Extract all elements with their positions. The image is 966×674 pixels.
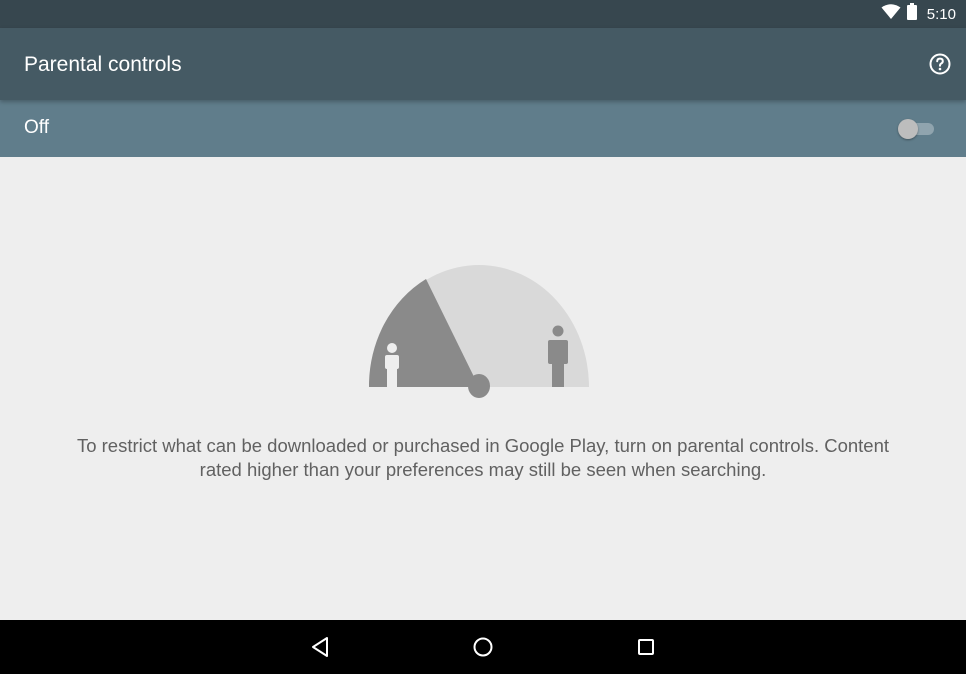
description-line-1: To restrict what can be downloaded or pu… — [76, 435, 890, 456]
recents-button[interactable] — [633, 634, 659, 660]
toolbar: Parental controls — [0, 28, 966, 100]
home-button[interactable] — [470, 634, 496, 660]
back-icon — [307, 637, 333, 664]
status-time: 5:10 — [926, 5, 956, 23]
page-title: Parental controls — [24, 53, 182, 76]
wifi-icon — [881, 3, 901, 25]
parental-controls-toggle[interactable] — [898, 119, 936, 139]
description-line-2: rated higher than your preferences may s… — [199, 459, 767, 480]
parental-controls-screen: 5:10 Parental controls Off To restrict w… — [0, 0, 966, 674]
help-circle-icon — [928, 53, 952, 80]
gauge-needle-hub — [468, 374, 490, 398]
navigation-bar — [0, 620, 966, 674]
parental-controls-description: To restrict what can be downloaded or pu… — [40, 434, 926, 482]
home-icon — [470, 637, 496, 664]
back-button[interactable] — [307, 634, 333, 660]
status-bar: 5:10 — [0, 0, 966, 28]
recents-icon — [633, 639, 659, 664]
switch-label: Off — [24, 117, 49, 138]
help-button[interactable] — [928, 52, 952, 76]
toggle-thumb[interactable] — [898, 119, 918, 139]
master-switch-bar[interactable]: Off — [0, 100, 966, 157]
battery-icon — [906, 3, 917, 25]
status-icons: 5:10 — [881, 0, 956, 28]
maturity-gauge-illustration — [366, 260, 592, 400]
